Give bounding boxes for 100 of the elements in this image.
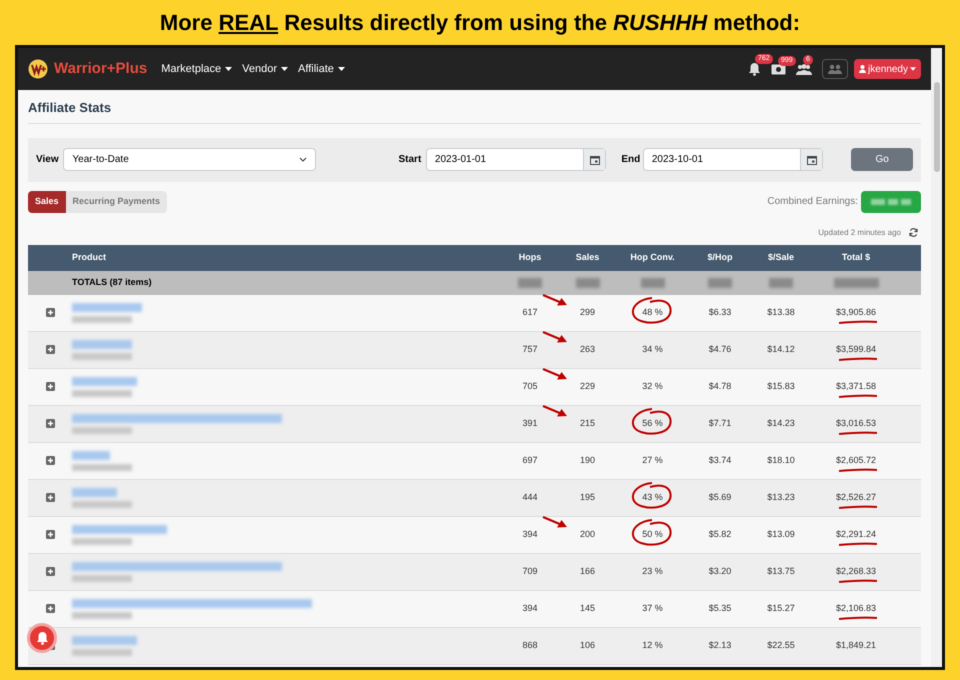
bell-icon: [36, 631, 48, 645]
end-label: End: [621, 153, 642, 167]
blurred-value: [640, 278, 664, 288]
total-value: $2,268.33: [836, 564, 876, 578]
sales-value: 190: [580, 454, 596, 467]
hops-value: 394: [522, 602, 538, 615]
headline: More REAL Results directly from using the RUSHHH method:: [160, 9, 800, 37]
per-hop-value: $5.69: [708, 490, 732, 504]
expand-icon[interactable]: [46, 456, 54, 465]
per-hop-value: $5.82: [708, 528, 732, 541]
blurred-value: [834, 278, 878, 288]
logo-text[interactable]: Warrior+Plus: [54, 58, 148, 80]
sales-value: 200: [580, 528, 596, 541]
conversion-value: 12 %: [642, 638, 663, 652]
updated-time: Updated 2 minutes ago: [818, 226, 901, 238]
tab[interactable]: Recurring Payments: [66, 190, 168, 212]
caret-icon: [225, 67, 232, 71]
per-hop-value: $2.13: [708, 638, 732, 652]
people-icon: [826, 64, 843, 74]
combined-earnings-label: Combined Earnings:: [767, 195, 858, 209]
user-icon: [858, 65, 866, 73]
conversion-value: 56 %: [642, 416, 663, 430]
scrollbar[interactable]: [931, 48, 942, 667]
conversion-value: 37 %: [642, 602, 663, 615]
per-hop-value: $6.33: [708, 306, 732, 319]
expand-icon[interactable]: [46, 419, 54, 428]
column-header[interactable]: Hops: [500, 250, 560, 264]
start-label: Start: [398, 153, 422, 167]
per-hop-value: $4.78: [708, 380, 732, 393]
blurred-vendor-name: [72, 500, 132, 508]
end-date-field[interactable]: 2023-10-01: [642, 148, 824, 171]
refresh-icon[interactable]: [909, 228, 918, 237]
bell-icon: [748, 62, 761, 76]
per-sale-value: $14.23: [767, 416, 795, 430]
per-sale-value: $13.75: [767, 564, 795, 578]
conversion-value: 34 %: [642, 342, 663, 356]
per-sale-value: $22.55: [767, 638, 795, 652]
go-button[interactable]: Go: [851, 148, 913, 171]
per-sale-value: $15.27: [767, 602, 795, 615]
hops-value: 709: [522, 564, 538, 578]
blurred-value: [518, 278, 542, 288]
column-header[interactable]: $/Hop: [690, 250, 750, 264]
hops-value: 868: [522, 638, 538, 652]
blurred-vendor-name: [72, 352, 132, 360]
calendar-icon: [590, 154, 600, 164]
blurred-vendor-name: [72, 538, 132, 544]
nav-menu-dropdown[interactable]: Affiliate: [298, 60, 345, 78]
conversion-value: 43 %: [642, 490, 663, 504]
conversion-value: 27 %: [642, 454, 663, 467]
expand-icon[interactable]: [46, 493, 54, 502]
start-date-field[interactable]: 2023-01-01: [426, 148, 606, 171]
conversion-value: 23 %: [642, 564, 663, 578]
column-header[interactable]: $/Sale: [750, 250, 812, 264]
total-value: $3,905.86: [836, 306, 876, 319]
per-sale-value: $14.12: [767, 342, 795, 356]
per-hop-value: $4.76: [708, 342, 732, 356]
total-value: $3,599.84: [836, 342, 876, 356]
column-header[interactable]: Total $: [812, 250, 900, 264]
expand-icon[interactable]: [46, 345, 54, 354]
nav-menu-dropdown[interactable]: Marketplace: [161, 60, 232, 78]
blurred-value: [708, 278, 732, 288]
caret-icon: [338, 67, 345, 71]
blurred-vendor-name: [72, 426, 132, 434]
cash-icon: [770, 64, 786, 74]
view-label: View: [36, 153, 60, 167]
expand-icon[interactable]: [46, 567, 54, 576]
hops-value: 394: [522, 528, 538, 541]
user-menu-button[interactable]: jkennedy: [854, 59, 921, 79]
blurred-vendor-name: [72, 574, 132, 582]
sales-value: 299: [580, 306, 596, 319]
expand-icon[interactable]: [46, 308, 54, 317]
per-sale-value: $13.09: [767, 528, 795, 541]
blurred-vendor-name: [72, 464, 132, 470]
per-sale-value: $13.23: [767, 490, 795, 504]
expand-icon[interactable]: [46, 530, 54, 539]
column-header[interactable]: Product: [72, 250, 500, 264]
per-hop-value: $5.35: [708, 602, 732, 615]
expand-icon[interactable]: [46, 382, 54, 391]
total-value: $2,526.27: [836, 490, 876, 504]
sales-value: 215: [580, 416, 596, 430]
column-header[interactable]: Sales: [560, 250, 615, 264]
total-value: $2,605.72: [836, 454, 876, 467]
blurred-vendor-name: [72, 648, 132, 656]
blurred-value: [576, 278, 600, 288]
view-select[interactable]: Year-to-Date: [63, 148, 316, 171]
tab[interactable]: Sales: [28, 190, 66, 212]
blurred-vendor-name: [72, 390, 132, 396]
sales-value: 195: [580, 490, 596, 504]
per-sale-value: $18.10: [767, 454, 795, 467]
per-hop-value: $7.71: [708, 416, 732, 430]
column-header[interactable]: Hop Conv.: [615, 250, 690, 264]
per-sale-value: $13.38: [767, 306, 795, 319]
hops-value: 444: [522, 490, 538, 504]
total-value: $3,016.53: [836, 416, 876, 430]
group-dropdown-button[interactable]: [822, 59, 848, 79]
blurred-vendor-name: [72, 316, 132, 322]
nav-menu-dropdown[interactable]: Vendor: [242, 60, 288, 78]
expand-icon[interactable]: [46, 604, 54, 613]
total-value: $2,106.83: [836, 602, 876, 615]
earnings-badge: [861, 190, 921, 212]
